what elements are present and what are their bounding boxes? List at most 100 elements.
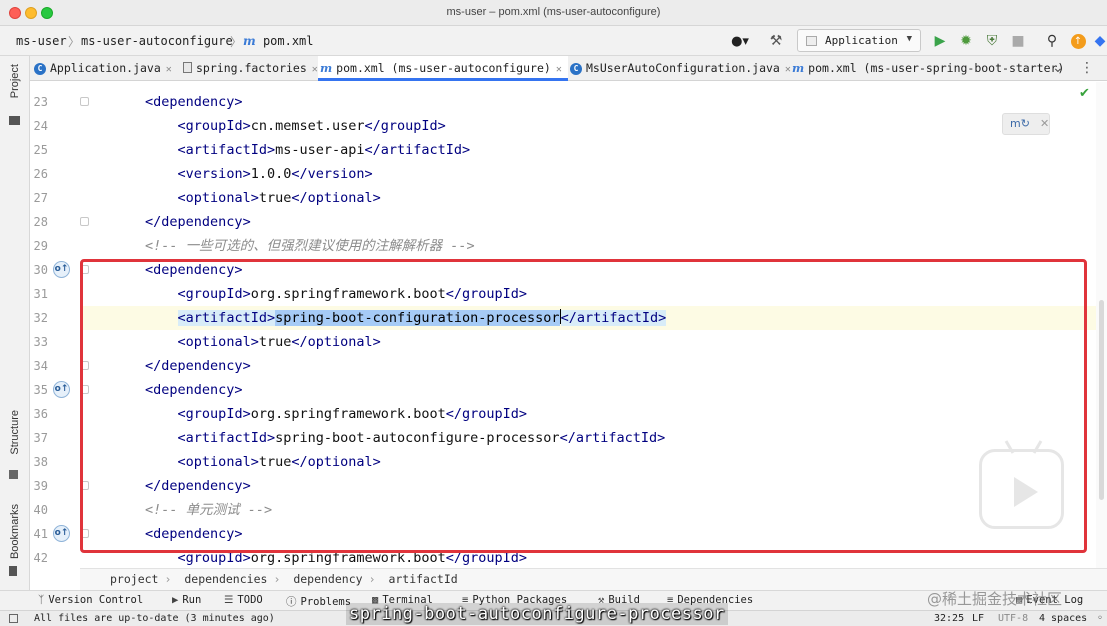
code-line[interactable]: <dependency> bbox=[80, 90, 1096, 114]
jetbrains-icon[interactable]: ◆ bbox=[1090, 31, 1107, 51]
stop-icon[interactable]: ■ bbox=[1008, 31, 1028, 51]
xml-tag: </optional> bbox=[291, 190, 381, 206]
code-line[interactable]: <optional>true</optional> bbox=[80, 450, 1096, 474]
line-number: 26 bbox=[33, 167, 48, 181]
code-line[interactable]: <artifactId>ms-user-api</artifactId> bbox=[80, 138, 1096, 162]
line-number: 34 bbox=[33, 359, 48, 373]
close-icon[interactable]: ✕ bbox=[785, 64, 791, 75]
bookmark-icon bbox=[9, 566, 17, 576]
close-icon[interactable]: ✕ bbox=[556, 64, 562, 75]
xml-tag: <groupId> bbox=[177, 286, 251, 302]
structure-tool-button[interactable]: Structure bbox=[9, 410, 21, 455]
code-line[interactable]: <artifactId>spring-boot-autoconfigure-pr… bbox=[80, 426, 1096, 450]
xml-tag: </artifactId> bbox=[559, 430, 666, 446]
line-separator[interactable]: LF bbox=[972, 613, 984, 624]
code-line[interactable]: <!-- 单元测试 --> bbox=[80, 498, 1096, 522]
more-options-icon[interactable]: ⋮ bbox=[1080, 60, 1094, 76]
code-line[interactable]: <groupId>org.springframework.boot</group… bbox=[80, 402, 1096, 426]
tabs-dropdown-icon[interactable]: ⌄ bbox=[1052, 60, 1064, 76]
updates-icon[interactable]: ↑ bbox=[1068, 31, 1088, 51]
code-line[interactable]: <groupId>org.springframework.boot</group… bbox=[80, 546, 1096, 568]
xml-tag: <dependency> bbox=[145, 382, 243, 398]
fold-marker-icon[interactable] bbox=[80, 361, 89, 370]
code-line[interactable]: <dependency> bbox=[80, 258, 1096, 282]
maven-reload-icon[interactable]: m↻ bbox=[1010, 117, 1030, 130]
tab-label: MsUserAutoConfiguration.java bbox=[586, 61, 780, 75]
indent-setting[interactable]: 4 spaces bbox=[1039, 613, 1087, 624]
status-message: All files are up-to-date (3 minutes ago) bbox=[34, 613, 275, 624]
tab-pom-autoconfigure[interactable]: m pom.xml (ms-user-autoconfigure) ✕ bbox=[318, 56, 568, 81]
hammer-icon[interactable]: ⚒ bbox=[766, 31, 786, 51]
close-icon[interactable]: ✕ bbox=[1040, 117, 1049, 130]
video-play-icon[interactable] bbox=[979, 440, 1064, 529]
breadcrumb-item[interactable]: project bbox=[110, 572, 158, 586]
editor-vertical-scrollbar[interactable] bbox=[1096, 82, 1107, 568]
line-number: 35 bbox=[33, 383, 48, 397]
tab-application-java[interactable]: C Application.java ✕ bbox=[34, 56, 172, 81]
toggle-tool-windows-icon[interactable] bbox=[9, 614, 18, 623]
debug-icon[interactable]: ✹ bbox=[956, 31, 976, 51]
tool-version-control[interactable]: ᛉ Version Control bbox=[38, 594, 143, 606]
fold-marker-icon[interactable] bbox=[80, 217, 89, 226]
info-icon: ⓘ bbox=[286, 596, 297, 608]
xml-tag: </dependency> bbox=[145, 478, 251, 494]
scrollbar-thumb[interactable] bbox=[1099, 300, 1104, 500]
code-text: spring-boot-autoconfigure-processor bbox=[275, 430, 560, 446]
breadcrumb-item[interactable]: dependencies bbox=[184, 572, 267, 586]
maven-dependency-gutter-icon[interactable]: o↑ bbox=[53, 525, 70, 542]
xml-tag: <dependency> bbox=[145, 262, 243, 278]
breadcrumb-item[interactable]: artifactId bbox=[388, 572, 457, 586]
tab-msuser-autoconfiguration[interactable]: C MsUserAutoConfiguration.java ✕ bbox=[570, 56, 791, 81]
fold-marker-icon[interactable] bbox=[80, 529, 89, 538]
breadcrumb-separator: › bbox=[273, 572, 281, 586]
nav-crumb-file[interactable]: m pom.xml bbox=[243, 34, 314, 48]
code-line[interactable]: <groupId>org.springframework.boot</group… bbox=[80, 282, 1096, 306]
fold-marker-icon[interactable] bbox=[80, 265, 89, 274]
xml-tag: </optional> bbox=[291, 334, 381, 350]
chevron-down-icon: ▼ bbox=[906, 34, 912, 44]
close-icon[interactable]: ✕ bbox=[312, 64, 318, 75]
run-configuration-select[interactable]: Application ▼ bbox=[797, 29, 921, 52]
project-tool-button[interactable]: Project bbox=[9, 64, 21, 98]
tab-spring-factories[interactable]: spring.factories ✕ bbox=[183, 56, 318, 81]
close-icon[interactable]: ✕ bbox=[166, 64, 172, 75]
code-line[interactable]: <dependency> bbox=[80, 378, 1096, 402]
code-line[interactable]: <optional>true</optional> bbox=[80, 330, 1096, 354]
code-line[interactable]: <dependency> bbox=[80, 522, 1096, 546]
tool-problems[interactable]: ⓘ Problems bbox=[286, 594, 351, 609]
caret-position[interactable]: 32:25 bbox=[934, 613, 964, 624]
code-line[interactable]: </dependency> bbox=[80, 474, 1096, 498]
fold-marker-icon[interactable] bbox=[80, 481, 89, 490]
maven-dependency-gutter-icon[interactable]: o↑ bbox=[53, 381, 70, 398]
tool-todo[interactable]: ☰ TODO bbox=[224, 594, 263, 606]
breadcrumb-item[interactable]: dependency bbox=[293, 572, 362, 586]
user-icon[interactable]: ●▾ bbox=[730, 31, 750, 51]
run-icon[interactable]: ▶ bbox=[930, 31, 950, 51]
search-icon[interactable]: ⚲ bbox=[1042, 31, 1062, 51]
code-line[interactable]: <groupId>cn.memset.user</groupId> bbox=[80, 114, 1096, 138]
line-number: 29 bbox=[33, 239, 48, 253]
nav-crumb-module[interactable]: ms-user-autoconfigure bbox=[81, 34, 233, 48]
code-text: org.springframework.boot bbox=[250, 406, 446, 422]
fold-marker-icon[interactable] bbox=[80, 385, 89, 394]
code-editor[interactable]: <dependency> <groupId>cn.memset.user</gr… bbox=[80, 82, 1096, 568]
lock-icon[interactable]: ◦ bbox=[1097, 613, 1103, 624]
coverage-icon[interactable]: ⛨ bbox=[982, 31, 1002, 51]
code-line[interactable]: </dependency> bbox=[80, 354, 1096, 378]
code-line[interactable]: <version>1.0.0</version> bbox=[80, 162, 1096, 186]
no-problems-check-icon[interactable]: ✔ bbox=[1079, 86, 1090, 101]
fold-marker-icon[interactable] bbox=[80, 97, 89, 106]
code-line[interactable]: <!-- 一些可选的、但强烈建议使用的注解解析器 --> bbox=[80, 234, 1096, 258]
code-line[interactable]: <artifactId>spring-boot-configuration-pr… bbox=[80, 306, 1096, 330]
list-icon: ☰ bbox=[224, 594, 234, 606]
maven-dependency-gutter-icon[interactable]: o↑ bbox=[53, 261, 70, 278]
tab-pom-starter[interactable]: m pom.xml (ms-user-spring-boot-starter) bbox=[792, 56, 1064, 81]
nav-crumb-project[interactable]: ms-user bbox=[16, 34, 67, 48]
code-line[interactable]: </dependency> bbox=[80, 210, 1096, 234]
bookmarks-tool-button[interactable]: Bookmarks bbox=[9, 504, 21, 559]
nav-crumb-file-label: pom.xml bbox=[262, 34, 314, 48]
tool-run[interactable]: ▶ Run bbox=[172, 594, 201, 606]
maven-reload-popup[interactable]: m↻ ✕ bbox=[1002, 113, 1050, 135]
code-line[interactable]: <optional>true</optional> bbox=[80, 186, 1096, 210]
file-encoding[interactable]: UTF-8 bbox=[998, 613, 1028, 624]
